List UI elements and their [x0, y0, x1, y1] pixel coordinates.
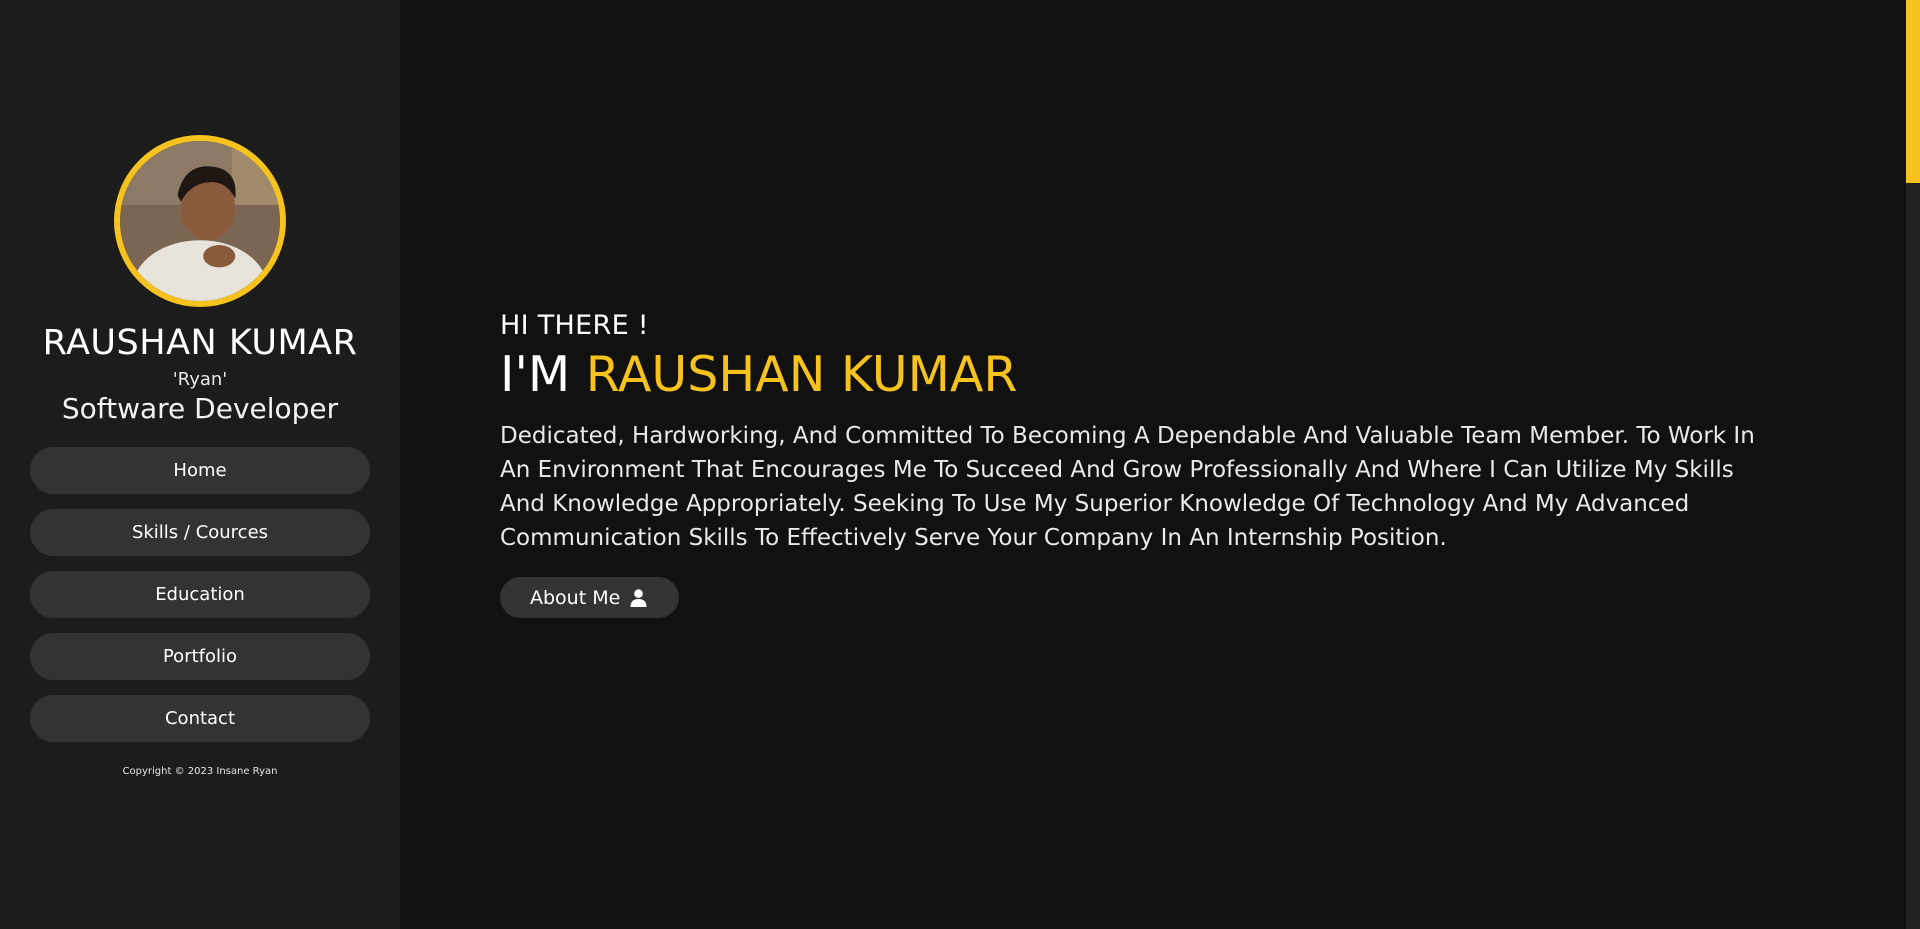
hero-description: Dedicated, Hardworking, And Committed To…: [500, 423, 1755, 552]
about-me-button[interactable]: About Me: [500, 577, 680, 619]
profile-nickname: 'Ryan': [172, 369, 228, 390]
copyright-text: Copyright © 2023 Insane Ryan: [122, 766, 278, 777]
nav-item-portfolio[interactable]: Portfolio: [30, 633, 370, 680]
hero-section: HI THERE ! I'M RAUSHAN KUMAR Dedicated, …: [500, 310, 1780, 619]
profile-photo: [120, 141, 280, 301]
avatar: [114, 135, 286, 307]
user-icon: [630, 589, 647, 607]
profile-name: RAUSHAN KUMAR: [42, 323, 358, 363]
sidebar-nav: Home Skills / Cources Education Portfoli…: [30, 447, 370, 742]
nav-item-skills[interactable]: Skills / Cources: [30, 509, 370, 556]
headline-prefix: I'M: [500, 346, 571, 403]
hero-headline: I'M RAUSHAN KUMAR: [500, 346, 1780, 403]
headline-name: RAUSHAN KUMAR: [585, 346, 1018, 403]
scrollbar[interactable]: [1906, 0, 1920, 929]
scrollbar-thumb[interactable]: [1906, 0, 1920, 183]
hero-greeting: HI THERE !: [500, 310, 649, 341]
about-me-label: About Me: [530, 586, 621, 609]
profile-role: Software Developer: [61, 392, 339, 425]
main-content: HI THERE ! I'M RAUSHAN KUMAR Dedicated, …: [400, 0, 1920, 929]
nav-item-contact[interactable]: Contact: [30, 695, 370, 742]
sidebar: RAUSHAN KUMAR 'Ryan' Software Developer …: [0, 0, 400, 929]
nav-item-home[interactable]: Home: [30, 447, 370, 494]
nav-item-education[interactable]: Education: [30, 571, 370, 618]
page: RAUSHAN KUMAR 'Ryan' Software Developer …: [0, 0, 1920, 929]
